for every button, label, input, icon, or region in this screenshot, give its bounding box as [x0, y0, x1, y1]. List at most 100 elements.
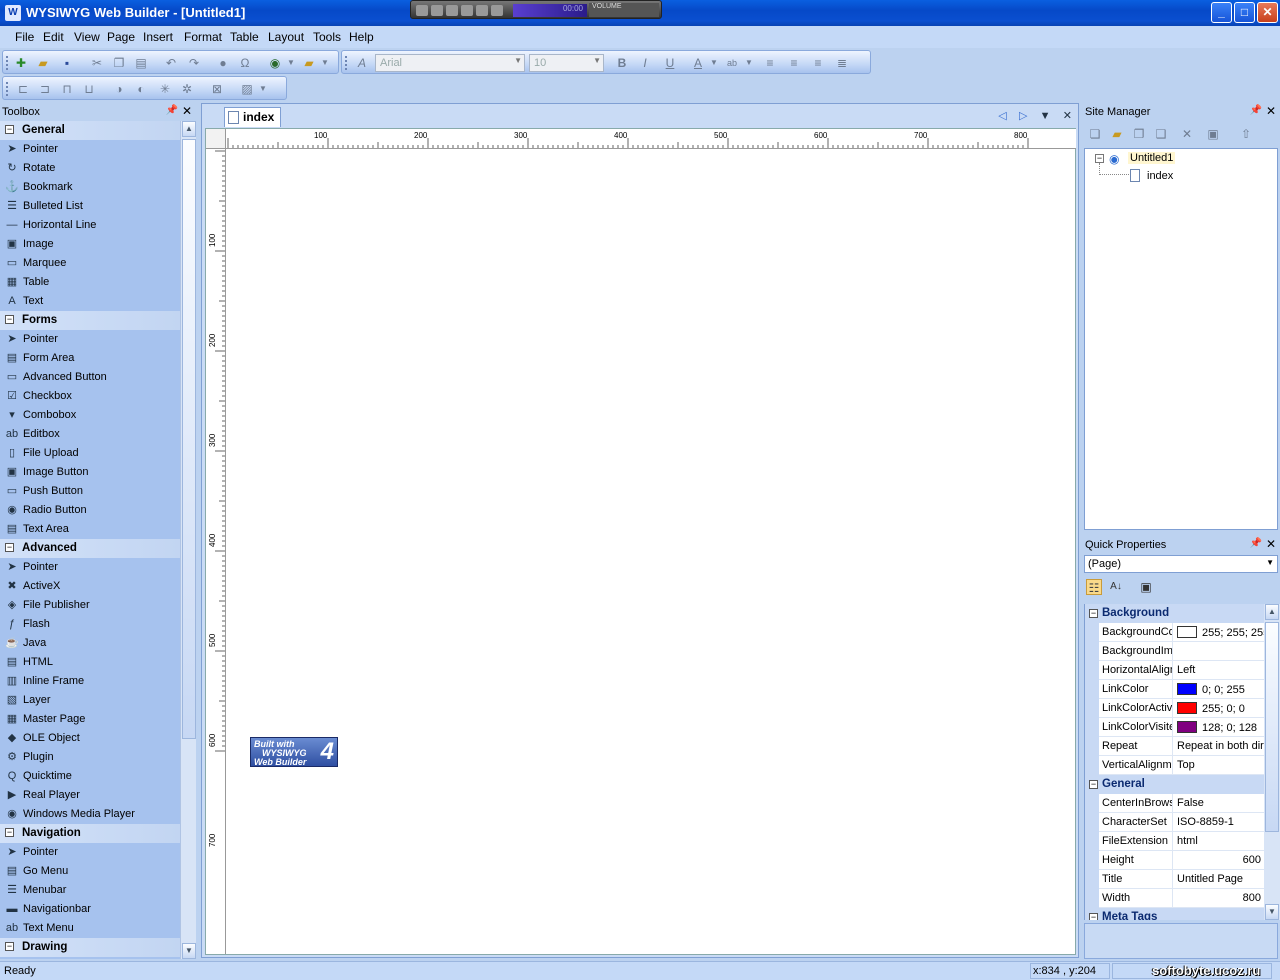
minimize-button[interactable]: _ — [1211, 2, 1232, 23]
color-swatch[interactable] — [1177, 721, 1197, 733]
property-value[interactable]: Untitled Page — [1174, 870, 1264, 888]
tab-index[interactable]: index — [224, 107, 281, 127]
toolbox-item-real-player[interactable]: ▶ Real Player — [0, 786, 180, 805]
categorized-icon[interactable]: ☷ — [1086, 579, 1102, 595]
toolbox-item-combobox[interactable]: ▾ Combobox — [0, 406, 180, 425]
spelling-dropdown-icon[interactable]: ▼ — [741, 55, 757, 71]
property-category-general[interactable]: − General — [1085, 775, 1264, 794]
font-size-combo[interactable]: 10 ▼ — [529, 54, 604, 72]
tree-root[interactable]: Untitled1 — [1128, 152, 1176, 164]
spelling-icon[interactable]: ab — [724, 55, 740, 71]
symbol-icon[interactable]: Ω — [237, 55, 253, 71]
menu-view[interactable]: View — [74, 30, 100, 44]
font-combo[interactable]: Arial ▼ — [375, 54, 525, 72]
paste-icon[interactable]: ▤ — [133, 55, 149, 71]
font-color-button[interactable]: A — [690, 55, 706, 71]
same-height-icon[interactable]: ✲ — [179, 81, 195, 97]
prev-button[interactable] — [416, 5, 428, 16]
font-color-dropdown-icon[interactable]: ▼ — [706, 55, 722, 71]
scroll-thumb[interactable] — [182, 139, 196, 739]
align-rights-icon[interactable]: ⊓ — [59, 81, 75, 97]
save-icon[interactable]: ▪ — [59, 55, 75, 71]
group-icon[interactable]: ⊠ — [209, 81, 225, 97]
property-value[interactable] — [1174, 642, 1264, 660]
toolbox-item-java[interactable]: ☕ Java — [0, 634, 180, 653]
play-button[interactable] — [431, 5, 443, 16]
property-row[interactable]: BackgroundColor255; 255; 255 — [1085, 623, 1264, 642]
pin-icon[interactable]: 📌 — [166, 105, 178, 116]
color-swatch[interactable] — [1177, 683, 1197, 695]
menu-page[interactable]: Page — [107, 30, 135, 44]
toolbox-item-form-area[interactable]: ▤ Form Area — [0, 349, 180, 368]
menu-table[interactable]: Table — [230, 30, 259, 44]
close-icon[interactable]: ✕ — [1266, 537, 1276, 551]
tab-prev-icon[interactable]: ◁ — [998, 110, 1006, 122]
property-row[interactable]: LinkColorActive 255; 0; 0 — [1085, 699, 1264, 718]
style-icon[interactable]: A — [354, 55, 370, 71]
collapse-icon[interactable]: − — [1089, 780, 1098, 789]
align-center-icon[interactable]: ≡ — [786, 55, 802, 71]
collapse-icon[interactable]: − — [5, 543, 14, 552]
toolbox-item-horizontal-line[interactable]: — Horizontal Line — [0, 216, 180, 235]
undo-icon[interactable]: ↶ — [163, 55, 179, 71]
toolbox-item-go-menu[interactable]: ▤ Go Menu — [0, 862, 180, 881]
property-value[interactable]: Repeat in both directions — [1174, 737, 1264, 755]
collapse-icon[interactable]: − — [1089, 913, 1098, 920]
toolbox-item-pointer[interactable]: ➤ Pointer — [0, 843, 180, 862]
next-button[interactable] — [476, 5, 488, 16]
image-tool-icon[interactable]: ▨ — [239, 81, 255, 97]
menu-help[interactable]: Help — [349, 30, 374, 44]
align-right-icon[interactable]: ≡ — [810, 55, 826, 71]
tab-close-icon[interactable]: ✕ — [1063, 110, 1072, 122]
property-value[interactable]: 128; 0; 128 — [1174, 718, 1264, 736]
move-up-icon[interactable]: ⇧ — [1238, 126, 1254, 142]
menu-edit[interactable]: Edit — [43, 30, 64, 44]
toolbox-item-plugin[interactable]: ⚙ Plugin — [0, 748, 180, 767]
property-row[interactable]: Title Untitled Page — [1085, 870, 1264, 889]
align-tops-icon[interactable]: ⊔ — [81, 81, 97, 97]
collapse-icon[interactable]: − — [1095, 154, 1104, 163]
property-value[interactable]: Left — [1174, 661, 1264, 679]
new-icon[interactable]: ✚ — [13, 55, 29, 71]
new-page-icon[interactable]: ❏ — [1087, 126, 1103, 142]
property-value[interactable]: html — [1174, 832, 1264, 850]
clone-page-icon[interactable]: ❑ — [1153, 126, 1169, 142]
toolbox-item-advanced-button[interactable]: ▭ Advanced Button — [0, 368, 180, 387]
toolbox-item-push-button[interactable]: ▭ Push Button — [0, 482, 180, 501]
tab-list-icon[interactable]: ▼ — [1040, 110, 1051, 122]
toolbox-category-general[interactable]: − General — [0, 121, 180, 140]
property-row[interactable]: LinkColorVisited128; 0; 128 — [1085, 718, 1264, 737]
bring-front-icon[interactable]: ◑ — [111, 81, 127, 97]
italic-button[interactable]: I — [637, 55, 653, 71]
toolbox-item-navigationbar[interactable]: ▬ Navigationbar — [0, 900, 180, 919]
copy-icon[interactable]: ❐ — [111, 55, 127, 71]
color-swatch[interactable] — [1177, 626, 1197, 638]
toolbox-item-quicktime[interactable]: Q Quicktime — [0, 767, 180, 786]
toolbox-item-windows-media-player[interactable]: ◉ Windows Media Player — [0, 805, 180, 824]
toolbox-item-layer[interactable]: ▧ Layer — [0, 691, 180, 710]
toolbox-item-image[interactable]: ▣ Image — [0, 235, 180, 254]
preview-icon[interactable]: ◉ — [267, 55, 283, 71]
toolbox-item-html[interactable]: ▤ HTML — [0, 653, 180, 672]
toolbox-item-editbox[interactable]: ab Editbox — [0, 425, 180, 444]
redo-icon[interactable]: ↷ — [186, 55, 202, 71]
scroll-up-icon[interactable]: ▲ — [1265, 604, 1279, 620]
property-row[interactable]: FileExtension html — [1085, 832, 1264, 851]
toolbox-item-marquee[interactable]: ▭ Marquee — [0, 254, 180, 273]
pause-button[interactable] — [446, 5, 458, 16]
property-value[interactable]: 255; 0; 0 — [1174, 699, 1264, 717]
property-pages-icon[interactable]: ▣ — [1138, 579, 1154, 595]
image-tool-dropdown-icon[interactable]: ▼ — [255, 81, 271, 97]
property-row[interactable]: LinkColor 0; 0; 255 — [1085, 680, 1264, 699]
toolbar-grip[interactable] — [345, 56, 348, 70]
toolbox-item-pointer[interactable]: ➤ Pointer — [0, 330, 180, 349]
toolbox-item-radio-button[interactable]: ◉ Radio Button — [0, 501, 180, 520]
collapse-icon[interactable]: − — [5, 942, 14, 951]
toolbox-item-bulleted-list[interactable]: ☰ Bulleted List — [0, 197, 180, 216]
toolbox-item-master-page[interactable]: ▦ Master Page — [0, 710, 180, 729]
property-row[interactable]: CharacterSet ISO-8859-1 — [1085, 813, 1264, 832]
toolbox-category-forms[interactable]: − Forms — [0, 311, 180, 330]
sort-alpha-icon[interactable]: A↓ — [1108, 579, 1124, 595]
toolbox-item-file-upload[interactable]: ▯ File Upload — [0, 444, 180, 463]
send-back-icon[interactable]: ◐ — [133, 81, 149, 97]
